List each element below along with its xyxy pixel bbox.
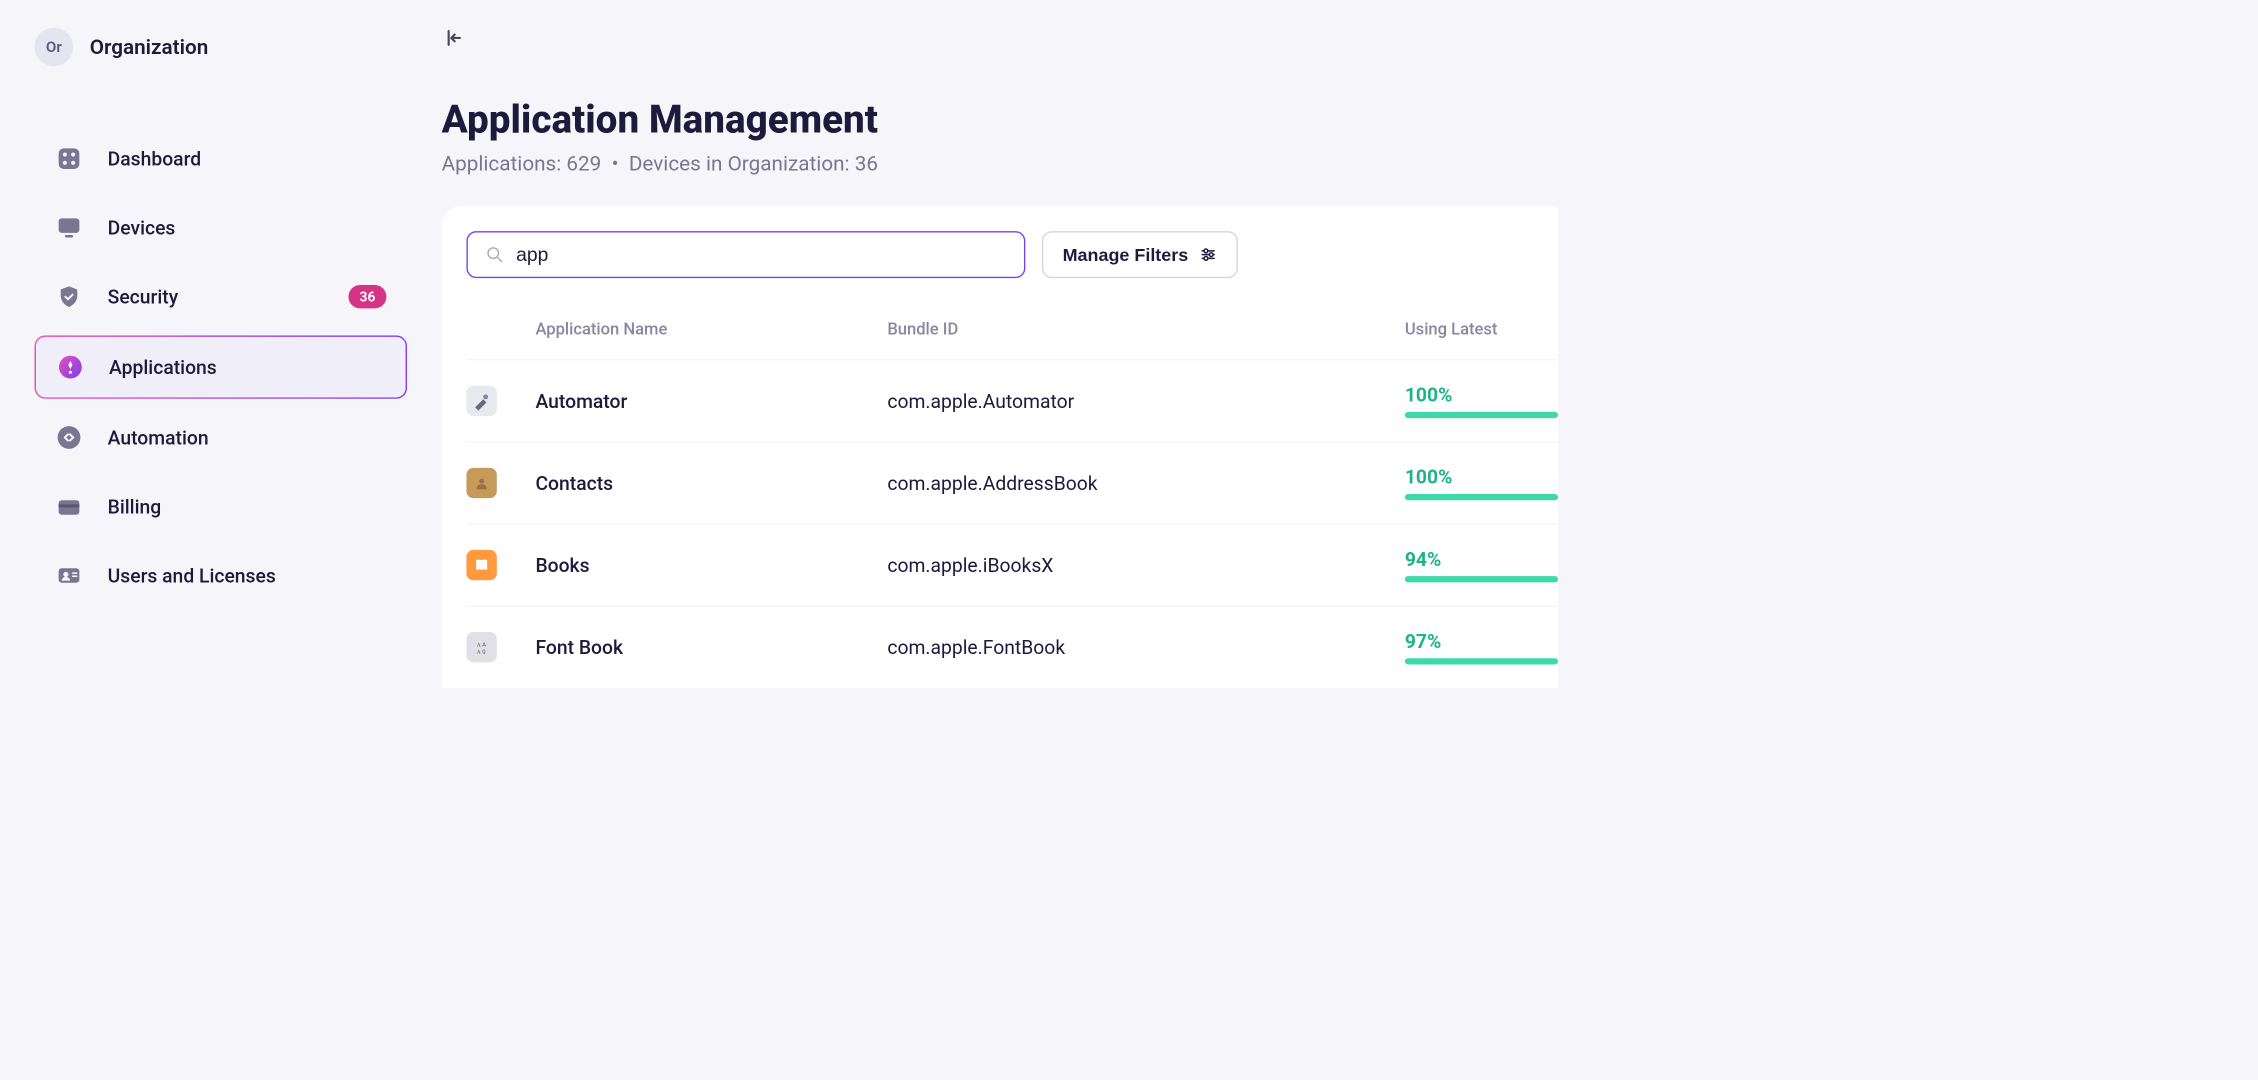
table-row[interactable]: Books com.apple.iBooksX 94% xyxy=(466,524,1558,606)
cell-bundle-id: com.apple.Automator xyxy=(887,390,1404,413)
search-input[interactable] xyxy=(516,244,1006,266)
automation-icon xyxy=(55,424,83,452)
page-subtitle: Applications: 629 • Devices in Organizat… xyxy=(442,152,1558,176)
dashboard-icon xyxy=(55,145,83,173)
app-icon xyxy=(466,468,496,498)
percent-label: 94% xyxy=(1405,548,1558,571)
subtitle-separator: • xyxy=(612,152,619,176)
svg-text:A: A xyxy=(477,649,481,655)
cell-using-latest: 94% xyxy=(1405,548,1558,583)
cell-app-name: Font Book xyxy=(535,636,887,659)
table-row[interactable]: AAAQ Font Book com.apple.FontBook 97% xyxy=(466,606,1558,688)
users-icon xyxy=(55,562,83,590)
sidebar-item-security[interactable]: Security 36 xyxy=(35,266,408,327)
page-title: Application Management xyxy=(442,97,1558,143)
applications-table: Application Name Bundle ID Using Latest … xyxy=(466,306,1558,688)
sidebar-item-label: Security xyxy=(108,285,324,308)
search-icon xyxy=(486,246,504,264)
app-icon xyxy=(466,550,496,580)
sidebar-item-label: Automation xyxy=(108,426,387,449)
cell-using-latest: 97% xyxy=(1405,630,1558,665)
cell-app-name: Books xyxy=(535,554,887,577)
search-box[interactable] xyxy=(466,231,1025,278)
nav-list: Dashboard Devices Security 36 Applic xyxy=(35,128,408,605)
percent-bar xyxy=(1405,412,1558,418)
security-badge: 36 xyxy=(348,285,386,308)
svg-text:A: A xyxy=(477,643,481,649)
sidebar: Or Organization Dashboard Devices S xyxy=(0,0,442,745)
manage-filters-label: Manage Filters xyxy=(1063,244,1189,265)
col-header-name[interactable]: Application Name xyxy=(535,319,887,338)
table-row[interactable]: Contacts com.apple.AddressBook 100% xyxy=(466,442,1558,524)
manage-filters-button[interactable]: Manage Filters xyxy=(1042,231,1238,278)
billing-icon xyxy=(55,493,83,521)
col-header-latest[interactable]: Using Latest xyxy=(1405,319,1558,338)
percent-bar xyxy=(1405,576,1558,582)
sidebar-item-dashboard[interactable]: Dashboard xyxy=(35,128,408,189)
card-toolbar: Manage Filters xyxy=(466,231,1558,278)
sidebar-item-label: Billing xyxy=(108,495,387,518)
app-icon xyxy=(466,386,496,416)
org-avatar: Or xyxy=(35,28,74,67)
sidebar-item-users[interactable]: Users and Licenses xyxy=(35,545,408,606)
shield-icon xyxy=(55,283,83,311)
sidebar-item-applications[interactable]: Applications xyxy=(35,335,408,398)
cell-using-latest: 100% xyxy=(1405,384,1558,419)
percent-bar xyxy=(1405,658,1558,664)
sidebar-item-automation[interactable]: Automation xyxy=(35,407,408,468)
applications-icon xyxy=(57,353,85,381)
main-content: Application Management Applications: 629… xyxy=(442,0,1558,745)
org-name: Organization xyxy=(90,35,209,59)
sidebar-item-label: Dashboard xyxy=(108,147,387,170)
cell-app-name: Automator xyxy=(535,390,887,413)
devices-count-value: 36 xyxy=(855,152,878,176)
svg-text:Q: Q xyxy=(482,649,485,655)
collapse-sidebar-button[interactable] xyxy=(442,28,1558,49)
percent-label: 100% xyxy=(1405,384,1558,407)
percent-label: 100% xyxy=(1405,466,1558,489)
applications-card: Manage Filters Application Name Bundle I… xyxy=(442,206,1558,688)
svg-text:A: A xyxy=(482,643,486,649)
apps-count-value: 629 xyxy=(566,152,601,176)
percent-bar xyxy=(1405,494,1558,500)
sidebar-item-label: Applications xyxy=(109,356,385,379)
table-row[interactable]: Automator com.apple.Automator 100% xyxy=(466,359,1558,441)
sidebar-item-label: Users and Licenses xyxy=(108,564,387,587)
devices-icon xyxy=(55,214,83,242)
sidebar-item-billing[interactable]: Billing xyxy=(35,476,408,537)
cell-bundle-id: com.apple.AddressBook xyxy=(887,472,1404,495)
col-header-bundle[interactable]: Bundle ID xyxy=(887,319,1404,338)
apps-count-label: Applications: xyxy=(442,152,562,176)
cell-app-name: Contacts xyxy=(535,472,887,495)
cell-using-latest: 100% xyxy=(1405,466,1558,501)
table-header: Application Name Bundle ID Using Latest xyxy=(466,306,1558,360)
app-icon: AAAQ xyxy=(466,632,496,662)
sidebar-item-label: Devices xyxy=(108,216,387,239)
org-header[interactable]: Or Organization xyxy=(35,28,408,67)
cell-bundle-id: com.apple.iBooksX xyxy=(887,554,1404,577)
sidebar-item-devices[interactable]: Devices xyxy=(35,197,408,258)
percent-label: 97% xyxy=(1405,630,1558,653)
filter-icon xyxy=(1199,246,1217,264)
devices-count-label: Devices in Organization: xyxy=(629,152,850,176)
cell-bundle-id: com.apple.FontBook xyxy=(887,636,1404,659)
